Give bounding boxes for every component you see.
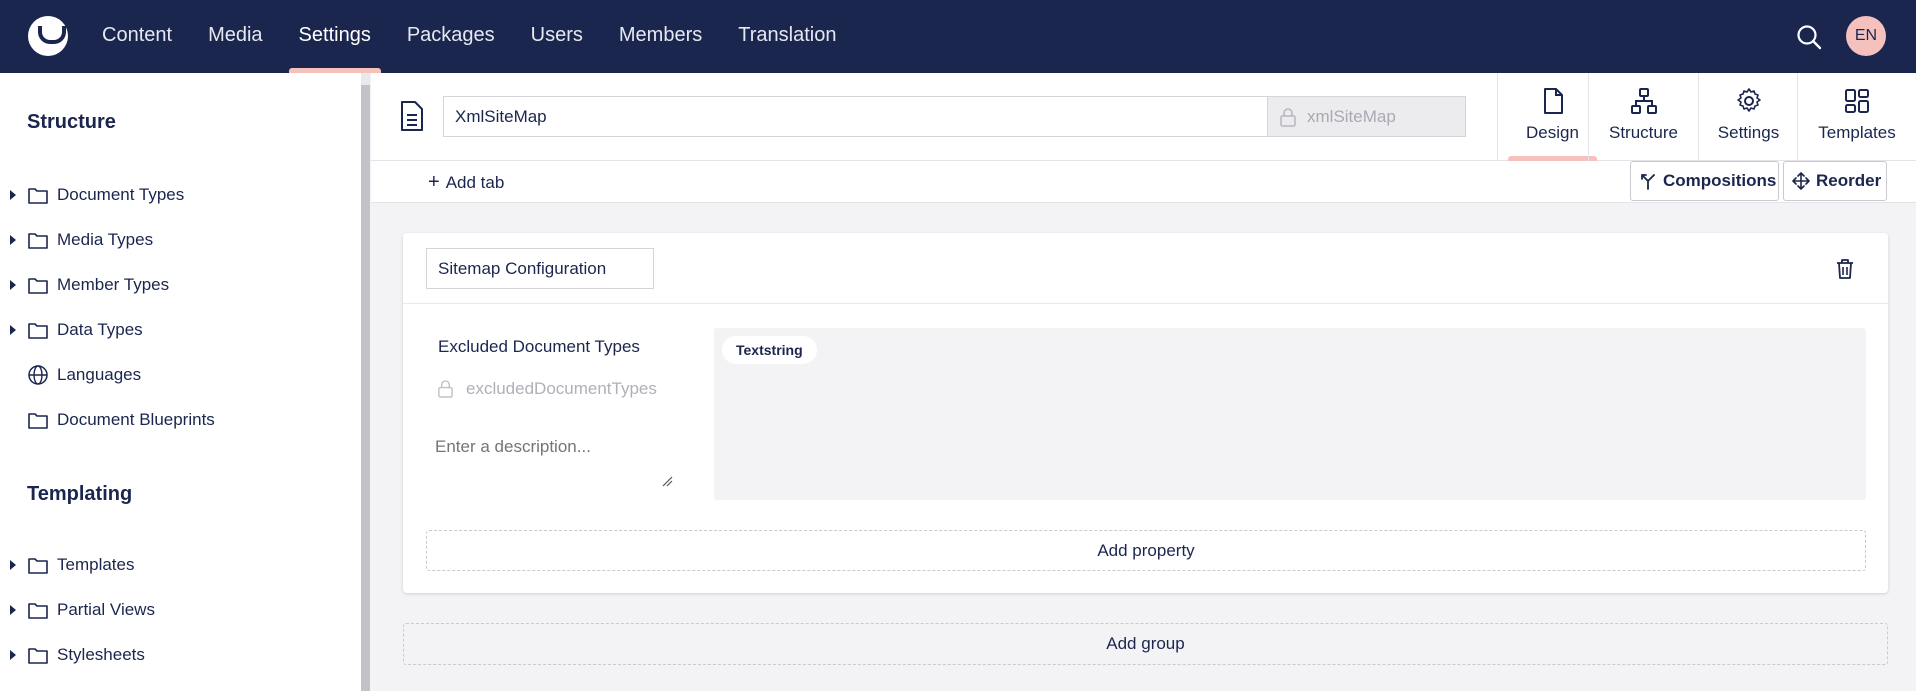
- tree-item-stylesheets[interactable]: Stylesheets: [0, 635, 355, 675]
- gear-icon: [1736, 88, 1761, 112]
- tree-item-label: Languages: [57, 365, 142, 384]
- folder-icon: [28, 233, 48, 249]
- tab-settings[interactable]: Settings: [1698, 73, 1798, 161]
- expand-caret-icon[interactable]: [10, 325, 16, 335]
- folder-icon: [28, 603, 48, 619]
- tab-structure[interactable]: Structure: [1588, 73, 1698, 161]
- tree-item-label: Stylesheets: [57, 645, 145, 664]
- scrollbar-thumb[interactable]: [361, 85, 370, 691]
- tree-item-label: Member Types: [57, 275, 170, 294]
- document-icon: [1543, 88, 1563, 114]
- tree-item-partial-views[interactable]: Partial Views: [0, 590, 355, 630]
- nav-translation[interactable]: Translation: [720, 0, 854, 73]
- expand-caret-icon[interactable]: [10, 650, 16, 660]
- sidebar: Structure Document Types Media Types Mem…: [0, 73, 361, 691]
- expand-caret-icon[interactable]: [10, 190, 16, 200]
- resize-handle-icon[interactable]: [661, 475, 673, 487]
- lock-icon[interactable]: [1279, 107, 1297, 127]
- tree-item-label: Data Types: [57, 320, 143, 339]
- tab-templates[interactable]: Templates: [1797, 73, 1916, 161]
- tree-item-label: Templates: [57, 555, 135, 574]
- user-avatar[interactable]: EN: [1846, 16, 1886, 56]
- tree-item-document-blueprints[interactable]: Document Blueprints: [0, 400, 355, 440]
- nav-content[interactable]: Content: [84, 0, 190, 73]
- document-type-name-input[interactable]: XmlSiteMap: [443, 96, 1267, 137]
- structure-section-title: Structure: [27, 111, 116, 133]
- alias-field[interactable]: xmlSiteMap: [1267, 96, 1466, 137]
- tab-label: Settings: [1717, 123, 1780, 142]
- property-label[interactable]: Excluded Document Types: [438, 337, 640, 357]
- nav-packages[interactable]: Packages: [389, 0, 513, 73]
- expand-caret-icon[interactable]: [10, 605, 16, 615]
- tab-label: Templates: [1818, 123, 1896, 142]
- merge-icon: [1641, 174, 1655, 190]
- add-property-button[interactable]: Add property: [426, 530, 1866, 571]
- tree-item-member-types[interactable]: Member Types: [0, 265, 355, 305]
- reorder-button[interactable]: Reorder: [1783, 161, 1887, 201]
- folder-icon: [28, 648, 48, 664]
- nav-media[interactable]: Media: [190, 0, 280, 73]
- expand-caret-icon[interactable]: [10, 280, 16, 290]
- search-icon[interactable]: [1794, 22, 1824, 52]
- tree-item-document-types[interactable]: Document Types: [0, 175, 355, 215]
- property-description-input[interactable]: [427, 428, 675, 490]
- add-tab-button[interactable]: + Add tab: [428, 169, 504, 195]
- tree-item-label: Document Blueprints: [57, 410, 215, 429]
- section-nav: Content Media Settings Packages Users Me…: [84, 0, 854, 73]
- document-type-icon[interactable]: [399, 100, 425, 132]
- compositions-button[interactable]: Compositions: [1630, 161, 1779, 201]
- lock-icon[interactable]: [437, 379, 454, 398]
- sidebar-scrollbar[interactable]: [361, 73, 370, 691]
- group-name-input[interactable]: Sitemap Configuration: [426, 248, 654, 289]
- folder-icon: [28, 413, 48, 429]
- editor-type-badge: Textstring: [722, 336, 817, 364]
- trash-icon[interactable]: [1834, 257, 1856, 281]
- property-editor-preview[interactable]: [714, 328, 1866, 500]
- add-group-button[interactable]: Add group: [403, 623, 1888, 665]
- nav-members[interactable]: Members: [601, 0, 720, 73]
- tree-item-label: Partial Views: [57, 600, 155, 619]
- folder-icon: [28, 323, 48, 339]
- folder-icon: [28, 188, 48, 204]
- tree-item-data-types[interactable]: Data Types: [0, 310, 355, 350]
- tree-item-media-types[interactable]: Media Types: [0, 220, 355, 260]
- tree-item-templates[interactable]: Templates: [0, 545, 355, 585]
- templating-section-title: Templating: [27, 483, 133, 505]
- compositions-label: Compositions: [1663, 171, 1777, 190]
- nav-settings[interactable]: Settings: [281, 0, 389, 73]
- tree-item-label: Media Types: [57, 230, 154, 249]
- tree-item-label: Document Types: [57, 185, 185, 204]
- move-icon: [1792, 172, 1810, 190]
- plus-icon: +: [428, 171, 440, 193]
- tab-label: Structure: [1609, 123, 1678, 142]
- sitemap-icon: [1630, 88, 1657, 114]
- reorder-label: Reorder: [1816, 171, 1882, 190]
- expand-caret-icon[interactable]: [10, 560, 16, 570]
- property-alias[interactable]: excludedDocumentTypes: [466, 379, 657, 399]
- alias-value: xmlSiteMap: [1307, 107, 1396, 126]
- top-navigation-bar: Content Media Settings Packages Users Me…: [0, 0, 1916, 73]
- add-tab-label: Add tab: [445, 173, 505, 192]
- folder-icon: [28, 278, 48, 294]
- umbraco-logo[interactable]: [28, 16, 68, 56]
- grid-icon: [1845, 89, 1869, 113]
- expand-caret-icon[interactable]: [10, 235, 16, 245]
- tree-item-languages[interactable]: Languages: [0, 355, 355, 395]
- folder-icon: [28, 558, 48, 574]
- globe-icon: [28, 365, 48, 385]
- nav-users[interactable]: Users: [513, 0, 601, 73]
- group-header-divider: [403, 303, 1888, 304]
